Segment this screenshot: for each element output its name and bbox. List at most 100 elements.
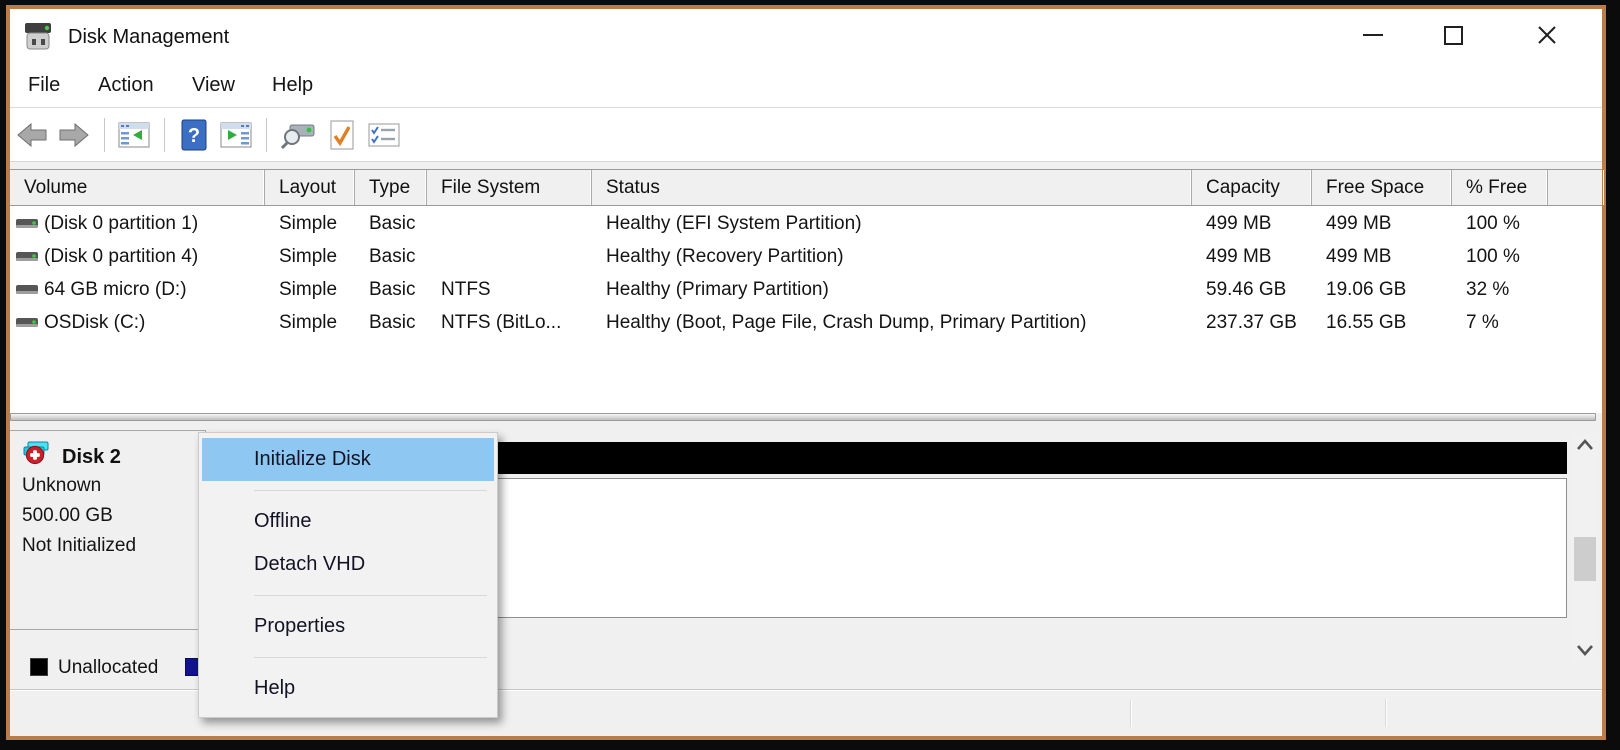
- menu-bar: File Action View Help: [10, 65, 1602, 107]
- back-button[interactable]: [12, 115, 52, 155]
- cell-capacity: 499 MB: [1206, 213, 1272, 234]
- cell-volume: 64 GB micro (D:): [44, 279, 187, 300]
- cell-volume: OSDisk (C:): [44, 312, 146, 333]
- toolbar: ?: [10, 107, 1602, 162]
- rescan-disks-icon: [280, 124, 315, 150]
- toolbar-separator: [164, 118, 165, 152]
- disk-management-window: Disk Management File Action View Help ? …: [6, 5, 1606, 740]
- toolbar-separator: [266, 118, 267, 152]
- column-header-stub: [1548, 170, 1604, 205]
- cell-type: Basic: [369, 279, 416, 300]
- disk2-info-panel[interactable]: Disk 2 Unknown 500.00 GB Not Initialized: [10, 430, 206, 630]
- cell-type: Basic: [369, 246, 416, 267]
- column-header-volume[interactable]: Volume: [10, 170, 265, 205]
- disk-status: Not Initialized: [22, 535, 137, 556]
- cell-volume: (Disk 0 partition 4): [44, 246, 199, 267]
- cell-volume: (Disk 0 partition 1): [44, 213, 199, 234]
- cell-layout: Simple: [279, 246, 338, 267]
- cell-free-space: 499 MB: [1326, 246, 1392, 267]
- task-list-button[interactable]: [364, 115, 404, 155]
- cell-status: Healthy (Recovery Partition): [606, 246, 844, 267]
- volume-row-disk0-partition4[interactable]: (Disk 0 partition 4) Simple Basic Health…: [10, 240, 1602, 273]
- menu-action[interactable]: Action: [92, 65, 160, 107]
- rescan-disks-button[interactable]: [278, 115, 318, 155]
- cell-pct-free: 7 %: [1466, 312, 1499, 333]
- cell-file-system: NTFS: [441, 279, 491, 300]
- cell-capacity: 499 MB: [1206, 246, 1272, 267]
- scroll-up-button[interactable]: [1572, 434, 1598, 456]
- cell-free-space: 499 MB: [1326, 213, 1392, 234]
- forward-icon: [59, 122, 89, 148]
- window-title: Disk Management: [68, 26, 230, 48]
- cell-status: Healthy (Boot, Page File, Crash Dump, Pr…: [606, 312, 1087, 333]
- svg-text:?: ?: [188, 125, 200, 147]
- chevron-up-icon: [1577, 439, 1593, 450]
- show-console-tree-button[interactable]: [114, 115, 154, 155]
- menu-view[interactable]: View: [186, 65, 241, 107]
- cell-capacity: 237.37 GB: [1206, 312, 1297, 333]
- minimize-button[interactable]: [1350, 9, 1396, 61]
- forward-button[interactable]: [54, 115, 94, 155]
- show-action-pane-icon: [220, 122, 252, 148]
- back-icon: [17, 122, 47, 148]
- vertical-scrollbar[interactable]: [1572, 434, 1598, 661]
- menu-item-detach-vhd[interactable]: Detach VHD: [199, 543, 497, 586]
- cell-status: Healthy (EFI System Partition): [606, 213, 862, 234]
- menu-item-help[interactable]: Help: [199, 667, 497, 710]
- volume-table-header: Volume Layout Type File System Status Ca…: [10, 169, 1602, 206]
- menu-separator: [254, 657, 487, 658]
- show-console-tree-icon: [118, 122, 150, 148]
- cell-capacity: 59.46 GB: [1206, 279, 1287, 300]
- maximize-button[interactable]: [1430, 9, 1476, 61]
- cell-free-space: 19.06 GB: [1326, 279, 1407, 300]
- cell-layout: Simple: [279, 279, 338, 300]
- disk2-error-icon: [22, 440, 54, 475]
- column-header-type[interactable]: Type: [355, 170, 427, 205]
- maximize-icon: [1443, 25, 1463, 45]
- volume-row-osdisk-c[interactable]: OSDisk (C:) Simple Basic NTFS (BitLo... …: [10, 306, 1602, 339]
- menu-item-properties[interactable]: Properties: [199, 605, 497, 648]
- cell-file-system: [427, 240, 592, 273]
- unallocated-label: Unallocated: [58, 657, 159, 678]
- cell-file-system: NTFS (BitLo...: [441, 312, 562, 333]
- menu-separator: [254, 595, 487, 596]
- column-header-status[interactable]: Status: [592, 170, 1192, 205]
- menu-file[interactable]: File: [22, 65, 66, 107]
- task-list-icon: [368, 123, 400, 147]
- cell-layout: Simple: [279, 213, 338, 234]
- column-header-pct-free[interactable]: % Free: [1452, 170, 1548, 205]
- unallocated-swatch: [30, 658, 48, 676]
- cell-pct-free: 100 %: [1466, 213, 1520, 234]
- show-action-pane-button[interactable]: [216, 115, 256, 155]
- volume-list: (Disk 0 partition 1) Simple Basic Health…: [10, 206, 1602, 413]
- toolbar-separator: [104, 118, 105, 152]
- menu-item-offline[interactable]: Offline: [199, 500, 497, 543]
- scrollbar-thumb[interactable]: [1574, 537, 1596, 581]
- statusbar-separator: [1130, 699, 1131, 727]
- close-button[interactable]: [1524, 9, 1570, 61]
- volume-row-64gb-micro-d[interactable]: 64 GB micro (D:) Simple Basic NTFS Healt…: [10, 273, 1602, 306]
- cell-type: Basic: [369, 312, 416, 333]
- column-header-free-space[interactable]: Free Space: [1312, 170, 1452, 205]
- help-button[interactable]: ?: [174, 115, 214, 155]
- volume-row-disk0-partition1[interactable]: (Disk 0 partition 1) Simple Basic Health…: [10, 207, 1602, 240]
- menu-help[interactable]: Help: [266, 65, 319, 107]
- cell-free-space: 16.55 GB: [1326, 312, 1407, 333]
- column-header-capacity[interactable]: Capacity: [1192, 170, 1312, 205]
- check-document-icon: [330, 120, 354, 150]
- column-header-layout[interactable]: Layout: [265, 170, 355, 205]
- cell-layout: Simple: [279, 312, 338, 333]
- column-header-file-system[interactable]: File System: [427, 170, 592, 205]
- disk-context-menu: Initialize Disk Offline Detach VHD Prope…: [198, 432, 498, 718]
- cell-file-system: [427, 207, 592, 240]
- menu-item-initialize-disk[interactable]: Initialize Disk: [202, 438, 494, 481]
- cell-status: Healthy (Primary Partition): [606, 279, 829, 300]
- close-icon: [1538, 26, 1556, 44]
- disk-name: Disk 2: [62, 445, 121, 468]
- check-document-button[interactable]: [322, 115, 362, 155]
- pane-splitter[interactable]: [10, 413, 1596, 421]
- minimize-icon: [1363, 34, 1383, 36]
- statusbar-separator: [1385, 699, 1386, 727]
- disk-size: 500.00 GB: [22, 505, 113, 526]
- disk-type: Unknown: [22, 475, 102, 496]
